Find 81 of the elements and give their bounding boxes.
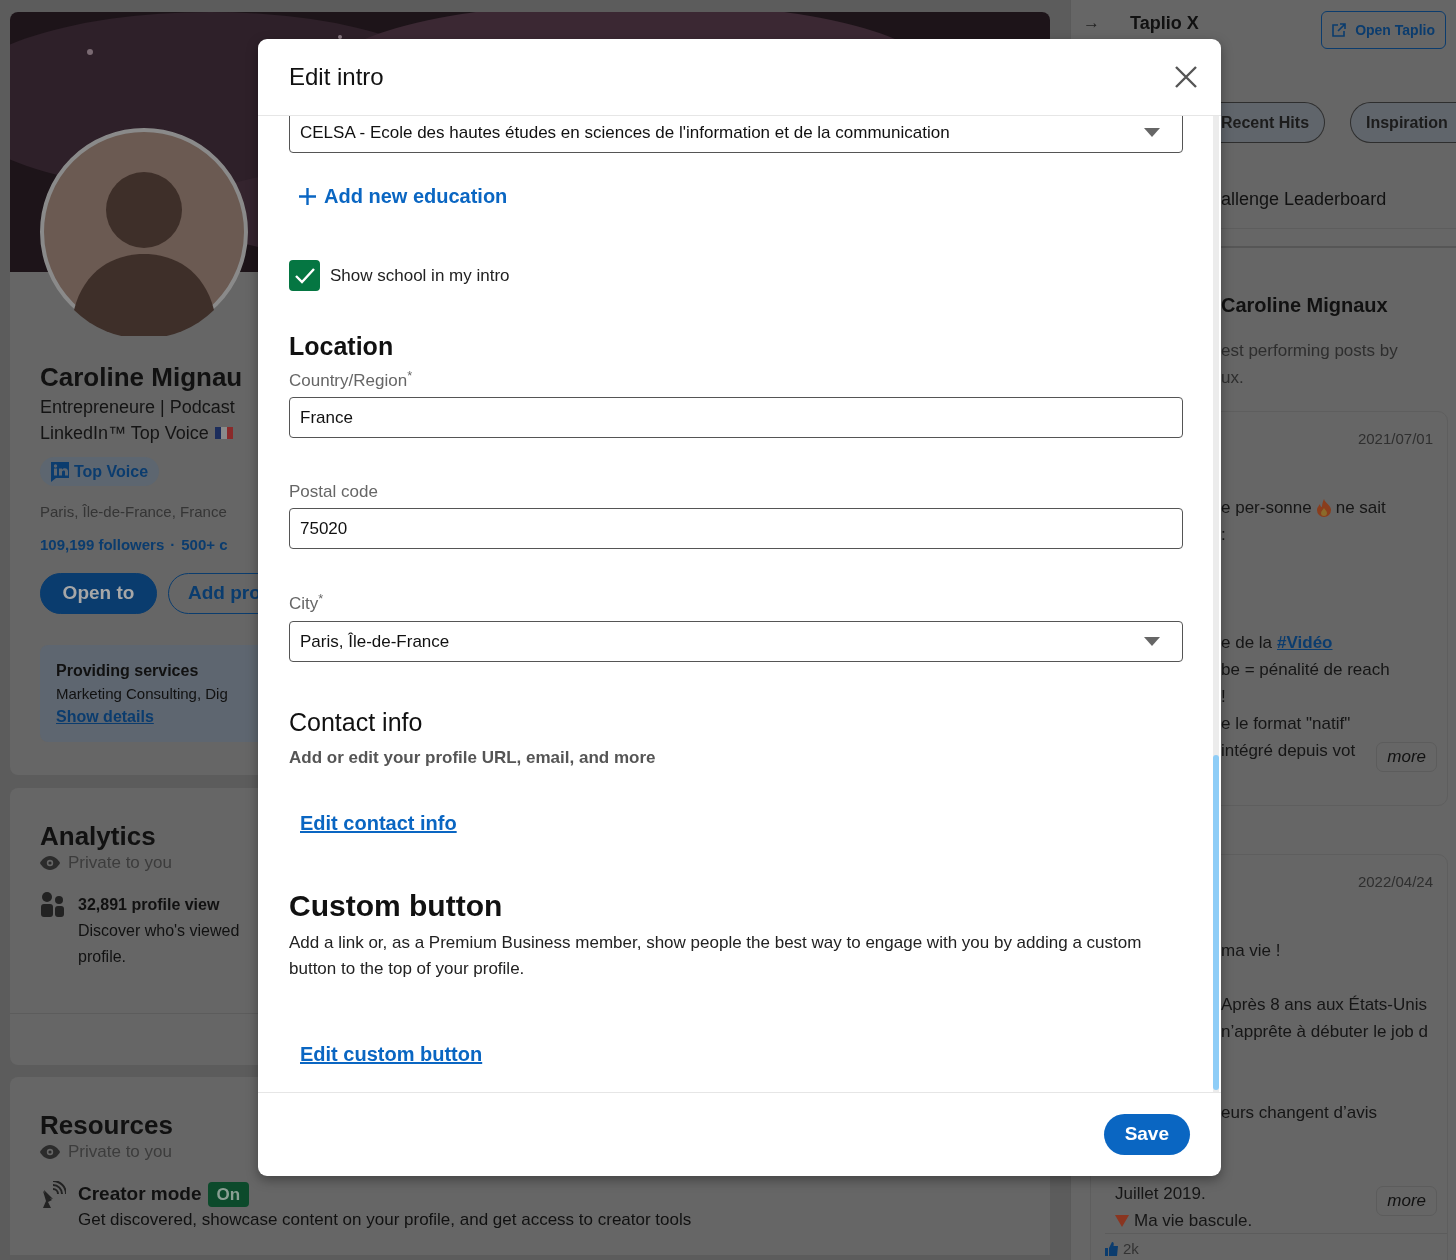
select-field[interactable]: Paris, Île-de-France: [289, 621, 1183, 662]
post-text: e de la #Vidéo: [1221, 629, 1333, 656]
section-title: Resources: [40, 1110, 173, 1140]
plus-icon: [299, 187, 316, 205]
add-education-button[interactable]: Add new education: [289, 184, 508, 208]
stat-description: profile.: [78, 947, 127, 967]
status-badge: On: [207, 1182, 250, 1207]
checkbox-label: Show school in my intro: [330, 264, 510, 287]
post-date: 2022/04/24: [1357, 872, 1434, 892]
services-text: Marketing Consulting, Dig: [56, 683, 229, 704]
section-heading: Contact info: [289, 708, 423, 736]
headline-text: LinkedIn™ Top Voice: [40, 422, 209, 445]
menu-item[interactable]: allenge Leaderboard: [1221, 186, 1387, 212]
followers-link[interactable]: 109,199 followers: [40, 533, 165, 556]
field-label: Postal code: [289, 481, 378, 503]
post-text: :: [1221, 524, 1226, 546]
input-field[interactable]: 75020: [289, 508, 1183, 549]
post-text: eurs changent d’avis: [1221, 1102, 1377, 1124]
section-description: est performing posts by: [1221, 340, 1398, 362]
caret-icon: [1144, 128, 1160, 137]
profile-views-stat[interactable]: 32,891 profile view: [78, 892, 220, 918]
creator-mode-title: Creator mode: [78, 1183, 202, 1204]
hashtag-link[interactable]: #Vidéo: [1277, 629, 1333, 656]
profile-name: Caroline Mignau: [40, 361, 243, 394]
filter-pill[interactable]: Recent Hits: [1221, 102, 1325, 143]
eye-icon: [40, 1145, 60, 1159]
post-text: e le format "natif": [1221, 713, 1351, 735]
open-to-button[interactable]: Open to: [40, 572, 157, 614]
scrollbar-thumb[interactable]: [1213, 755, 1219, 1090]
satellite-dish-icon: [40, 1181, 66, 1209]
triangle-icon: [1115, 1214, 1129, 1227]
creator-mode-description: Get discovered, showcase content on your profile, and get access to creator tools: [78, 1209, 692, 1231]
save-button[interactable]: Save: [1103, 1114, 1190, 1155]
thumbs-up-icon: [1105, 1242, 1119, 1257]
post-text: intégré depuis vot: [1221, 740, 1356, 762]
arrow-button[interactable]: →: [1083, 12, 1100, 34]
select-field[interactable]: CELSA - Ecole des hautes études en sciences de l'information et de la communication: [289, 116, 1183, 153]
post-text: n’apprête à débuter le job d: [1221, 1021, 1428, 1043]
section-description: Add or edit your profile URL, email, and more: [289, 747, 656, 769]
caret-icon: [1144, 637, 1160, 646]
services-title: Providing services: [56, 660, 199, 681]
section-heading: Location: [289, 332, 394, 360]
flag-icon: [214, 427, 233, 439]
section-heading: Custom button: [289, 889, 503, 923]
more-button[interactable]: more: [1376, 1186, 1437, 1216]
close-icon: [1175, 66, 1197, 88]
field-label: Country/Region$^{*}$: [289, 370, 413, 392]
check-icon: [294, 267, 315, 284]
post-text: !: [1221, 686, 1226, 708]
post-text: ma vie !: [1221, 940, 1281, 962]
post-date: 2021/07/01: [1357, 429, 1434, 449]
sidebar-title: Taplio X: [1130, 12, 1199, 34]
post-text: Ma vie bascule.: [1115, 1207, 1253, 1234]
checkbox[interactable]: [289, 260, 320, 291]
dialog-title: Edit intro: [289, 62, 384, 92]
scrollbar[interactable]: [1213, 116, 1219, 1092]
post-text: Juillet 2019.: [1115, 1183, 1206, 1205]
more-button[interactable]: more: [1376, 742, 1437, 772]
section-description: ux.: [1221, 367, 1244, 389]
people-icon: [40, 892, 66, 918]
headline-text: Entrepreneure | Podcast: [40, 396, 235, 419]
open-taplio-button[interactable]: Open Taplio: [1321, 11, 1446, 49]
input-field[interactable]: France: [289, 397, 1183, 438]
edit-custom-button-link[interactable]: Edit custom button: [289, 1042, 483, 1066]
separator-dot: ·: [170, 534, 176, 555]
top-voice-badge: Top Voice: [40, 457, 160, 486]
filter-pill[interactable]: Inspiration: [1350, 102, 1456, 143]
show-details-link[interactable]: Show details: [56, 704, 154, 728]
section-title: Caroline Mignaux: [1221, 293, 1388, 318]
external-link-icon: [1332, 23, 1347, 37]
section-description: Add a link or, as a Premium Business member, show people the best way to engage with you by adding a custom button to the top of your profile.: [289, 932, 1143, 980]
post-text: be = pénalité de reach: [1221, 659, 1390, 681]
field-label: City$^{*}$: [289, 593, 324, 615]
section-title: Analytics: [40, 821, 156, 851]
post-text: e per-sonne ne sait: [1221, 497, 1386, 519]
stat-description: Discover who's viewed: [78, 921, 240, 941]
eye-icon: [40, 856, 60, 870]
post-text: Après 8 ans aux États-Unis: [1221, 994, 1427, 1016]
connections-link[interactable]: 500+ c: [181, 533, 228, 556]
flame-icon: [1316, 498, 1331, 517]
edit-contact-info-link[interactable]: Edit contact info: [289, 811, 457, 835]
